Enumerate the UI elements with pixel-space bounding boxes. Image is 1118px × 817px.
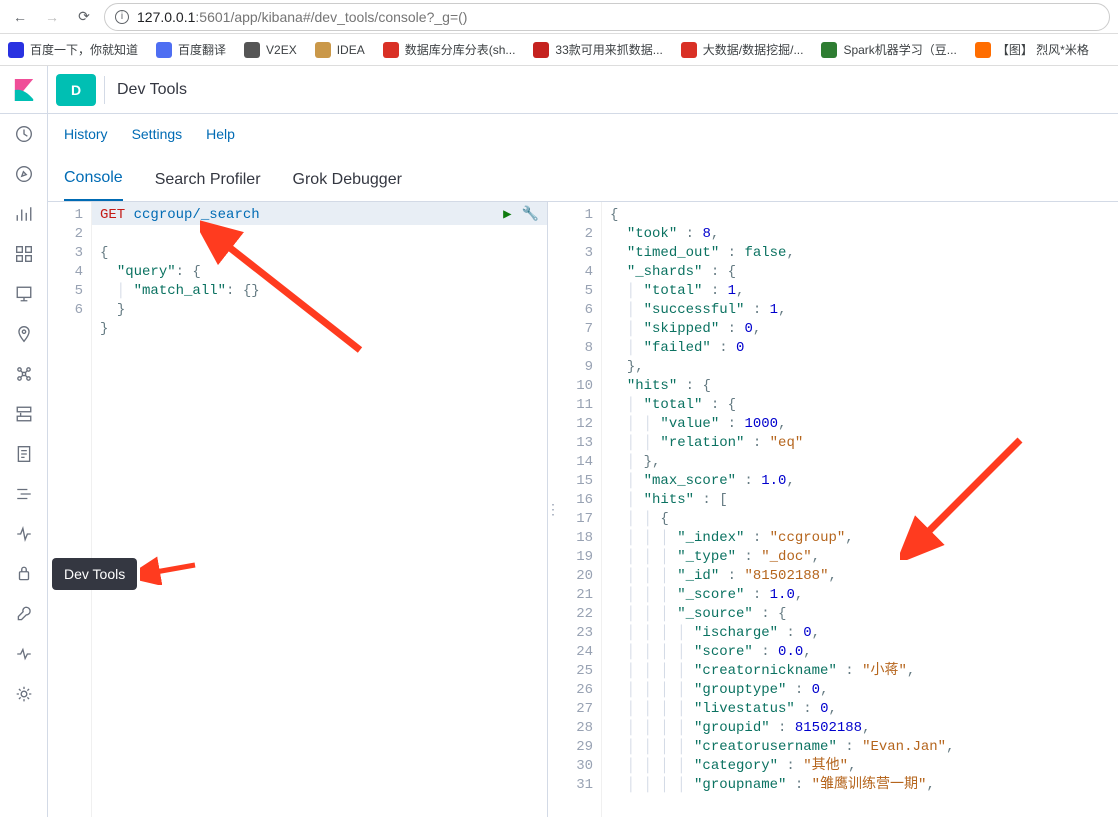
management-icon[interactable] [0,674,48,714]
request-gutter: 123456 [48,202,92,817]
tab-grok-debugger[interactable]: Grok Debugger [293,171,402,201]
main-area: D Dev Tools History Settings Help Consol… [48,66,1118,817]
browser-toolbar: ← → ⟳ i 127.0.0.1:5601/app/kibana#/dev_t… [0,0,1118,34]
bookmark-label: IDEA [337,43,365,57]
bookmark-item[interactable]: 百度翻译 [156,41,226,58]
wrench-icon[interactable]: 🔧 [522,206,539,223]
history-link[interactable]: History [64,126,108,142]
app-tile: D [56,74,96,106]
response-gutter: 1234567891011121314151617181920212223242… [558,202,602,817]
pane-resize-handle[interactable]: ⋮ [548,202,558,817]
recent-icon[interactable] [0,114,48,154]
infra-icon[interactable] [0,394,48,434]
request-editor[interactable]: ▶ 🔧 123456 GET ccgroup/_search { "query"… [48,202,547,817]
url-text: 127.0.0.1:5601/app/kibana#/dev_tools/con… [137,9,467,25]
kibana-sidebar [0,66,48,817]
bookmark-favicon [533,42,549,58]
monitoring-icon[interactable] [0,634,48,674]
nav-reload-button[interactable]: ⟳ [72,5,96,29]
bookmark-item[interactable]: V2EX [244,42,297,58]
bookmark-favicon [156,42,172,58]
kibana-logo[interactable] [0,66,48,114]
dev-tools-icon[interactable] [0,594,48,634]
url-bar[interactable]: i 127.0.0.1:5601/app/kibana#/dev_tools/c… [104,3,1110,31]
bookmarks-bar: 百度一下，你就知道 百度翻译 V2EX IDEA 数据库分库分表(sh... 33款可用来… [0,34,1118,66]
request-code[interactable]: GET ccgroup/_search { "query": { │ "matc… [92,202,547,817]
apm-icon[interactable] [0,474,48,514]
bookmark-label: 百度翻译 [178,41,226,58]
response-code: { "took" : 8, "timed_out" : false, "_sha… [602,202,1118,817]
bookmark-label: 大数据/数据挖掘/... [703,41,804,58]
site-info-icon[interactable]: i [115,10,129,24]
bookmark-favicon [8,42,24,58]
bookmark-favicon [681,42,697,58]
bookmark-item[interactable]: 【图】 烈风*米格 [975,41,1089,58]
bookmark-item[interactable]: 百度一下，你就知道 [8,41,138,58]
bookmark-label: 33款可用来抓数据... [555,41,662,58]
ml-icon[interactable] [0,354,48,394]
discover-icon[interactable] [0,154,48,194]
tab-search-profiler[interactable]: Search Profiler [155,171,261,201]
console-panes: ▶ 🔧 123456 GET ccgroup/_search { "query"… [48,202,1118,817]
topbar: D Dev Tools [48,66,1118,114]
bookmark-label: 【图】 烈风*米格 [997,41,1089,58]
tab-console[interactable]: Console [64,169,123,201]
bookmark-label: 数据库分库分表(sh... [405,41,516,58]
bookmark-label: 百度一下，你就知道 [30,41,138,58]
tabs: Console Search Profiler Grok Debugger [48,154,1118,202]
bookmark-item[interactable]: 数据库分库分表(sh... [383,41,516,58]
nav-back-button[interactable]: ← [8,5,32,29]
page-title: Dev Tools [117,81,187,99]
response-pane: 1234567891011121314151617181920212223242… [558,202,1118,817]
siem-icon[interactable] [0,554,48,594]
bookmark-favicon [975,42,991,58]
visualize-icon[interactable] [0,194,48,234]
nav-forward-button[interactable]: → [40,5,64,29]
response-editor[interactable]: 1234567891011121314151617181920212223242… [558,202,1118,817]
bookmark-favicon [315,42,331,58]
bookmark-label: V2EX [266,43,297,57]
help-link[interactable]: Help [206,126,235,142]
dashboard-icon[interactable] [0,234,48,274]
maps-icon[interactable] [0,314,48,354]
sidebar-tooltip: Dev Tools [52,558,137,590]
bookmark-item[interactable]: IDEA [315,42,365,58]
bookmark-item[interactable]: 33款可用来抓数据... [533,41,662,58]
logs-icon[interactable] [0,434,48,474]
bookmark-label: Spark机器学习（豆... [843,41,956,58]
request-pane: ▶ 🔧 123456 GET ccgroup/_search { "query"… [48,202,548,817]
bookmark-favicon [821,42,837,58]
bookmark-item[interactable]: Spark机器学习（豆... [821,41,956,58]
run-button[interactable]: ▶ [503,206,511,223]
bookmark-favicon [383,42,399,58]
uptime-icon[interactable] [0,514,48,554]
canvas-icon[interactable] [0,274,48,314]
bookmark-favicon [244,42,260,58]
bookmark-item[interactable]: 大数据/数据挖掘/... [681,41,804,58]
menu-row: History Settings Help [48,114,1118,154]
settings-link[interactable]: Settings [132,126,183,142]
